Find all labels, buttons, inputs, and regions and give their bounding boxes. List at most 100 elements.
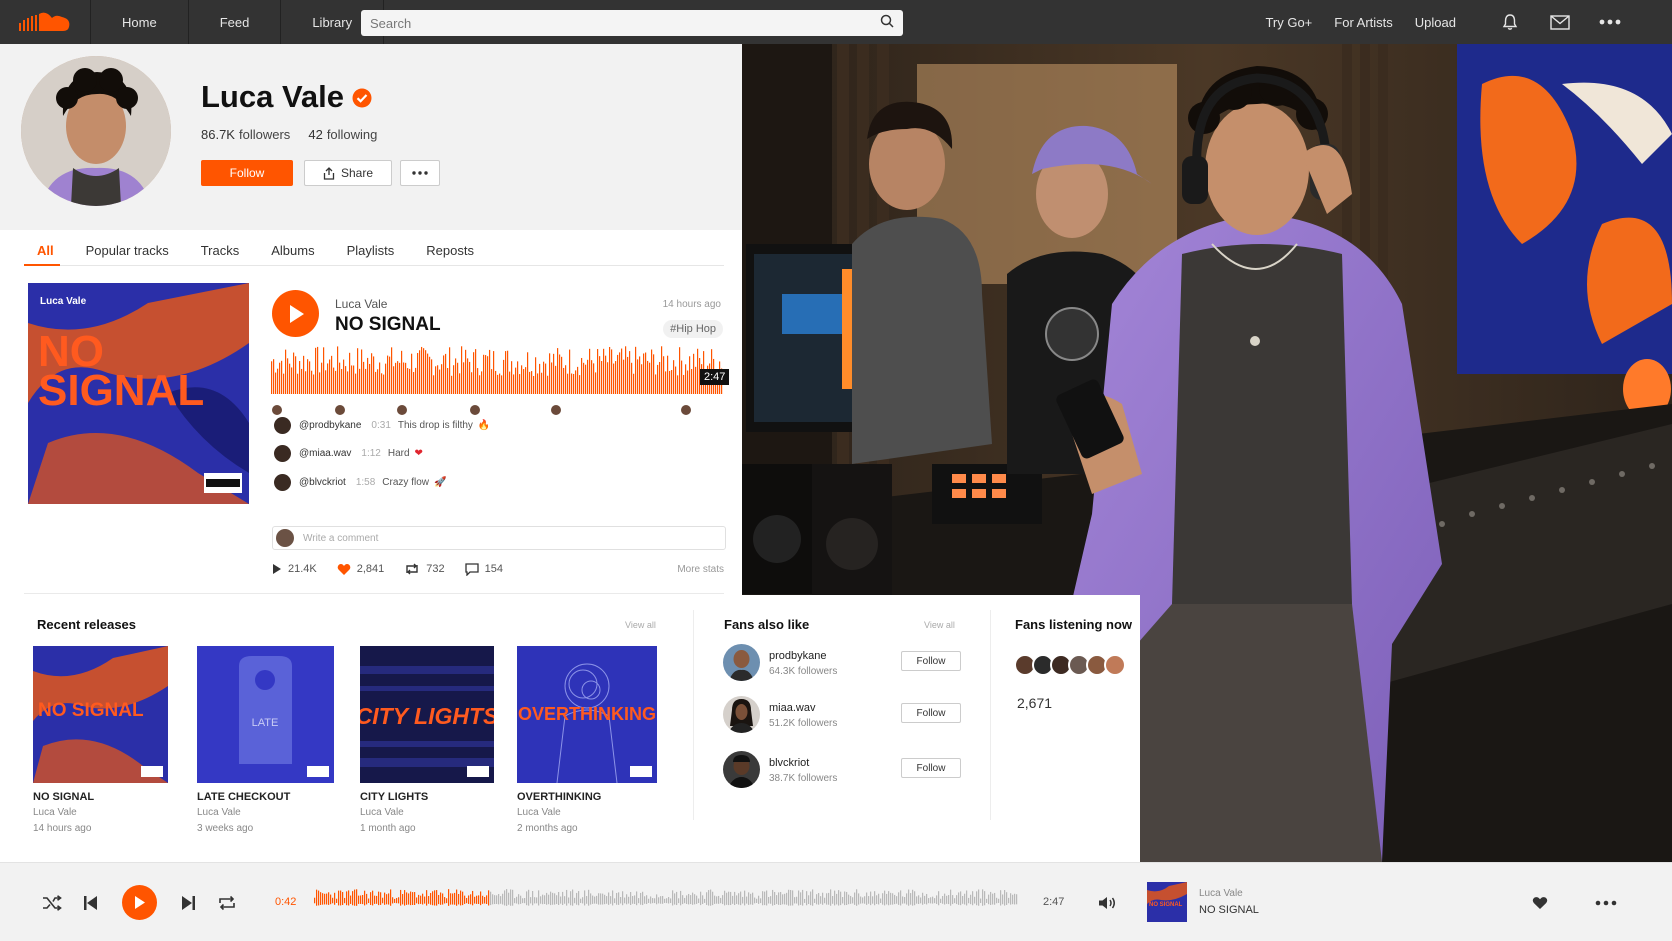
release-artist[interactable]: Luca Vale <box>197 807 337 818</box>
suggested-artist-avatar[interactable] <box>723 696 760 733</box>
follow-suggested-button[interactable]: Follow <box>901 651 961 671</box>
suggested-artist-name[interactable]: blvckriot <box>769 757 809 769</box>
release-card[interactable]: OVERTHINKING OVERTHINKING Luca Vale 2 mo… <box>517 646 657 834</box>
repeat-button[interactable] <box>216 863 238 941</box>
player-progress-waveform[interactable] <box>314 885 1018 919</box>
comment-user[interactable]: @prodbykane <box>299 420 361 431</box>
following-count[interactable]: 42 <box>308 127 322 142</box>
follow-suggested-button[interactable]: Follow <box>901 758 961 778</box>
release-title[interactable]: CITY LIGHTS <box>360 791 500 803</box>
release-title[interactable]: LATE CHECKOUT <box>197 791 337 803</box>
suggested-artist-avatar[interactable] <box>723 751 760 788</box>
comment-time[interactable]: 1:12 <box>361 448 380 459</box>
suggested-artist-name[interactable]: miaa.wav <box>769 702 815 714</box>
featured-track-artist[interactable]: Luca Vale <box>335 297 387 311</box>
release-title[interactable]: NO SIGNAL <box>33 791 173 803</box>
featured-play-button[interactable] <box>272 290 319 337</box>
player-play-button[interactable] <box>122 885 157 920</box>
bell-icon[interactable] <box>1485 0 1535 44</box>
share-button[interactable]: Share <box>304 160 392 186</box>
comment-avatar[interactable] <box>274 473 291 491</box>
genre-tag[interactable]: #Hip Hop <box>663 320 723 338</box>
tab-popular-tracks[interactable]: Popular tracks <box>72 230 183 266</box>
player-more-button[interactable] <box>1594 863 1618 941</box>
player-like-button[interactable] <box>1529 863 1551 941</box>
like-button[interactable]: 2,841 <box>337 563 384 576</box>
profile-more-button[interactable] <box>400 160 440 186</box>
progress-bar-segment <box>776 895 778 905</box>
nav-upload[interactable]: Upload <box>1404 15 1467 30</box>
previous-button[interactable] <box>80 863 100 941</box>
now-playing-title[interactable]: NO SIGNAL <box>1199 904 1259 916</box>
release-cover[interactable]: NO SIGNAL <box>33 646 168 783</box>
comment-marker[interactable] <box>550 404 562 416</box>
progress-bar-segment <box>804 898 806 903</box>
follow-button[interactable]: Follow <box>201 160 293 186</box>
tab-playlists[interactable]: Playlists <box>333 230 409 266</box>
release-artist[interactable]: Luca Vale <box>33 807 173 818</box>
repost-button[interactable]: 732 <box>404 563 445 575</box>
mail-icon[interactable] <box>1535 0 1585 44</box>
comment-time[interactable]: 1:58 <box>356 477 375 488</box>
search-input[interactable] <box>370 15 880 31</box>
soundcloud-logo-icon[interactable] <box>0 0 90 44</box>
tab-all[interactable]: All <box>24 230 60 266</box>
progress-bar-segment <box>784 893 786 905</box>
release-artist[interactable]: Luca Vale <box>517 807 657 818</box>
release-cover[interactable]: OVERTHINKING <box>517 646 657 783</box>
progress-bar-segment <box>820 896 822 904</box>
release-card[interactable]: NO SIGNAL NO SIGNAL Luca Vale 14 hours a… <box>33 646 173 834</box>
nav-home[interactable]: Home <box>90 0 188 44</box>
comment-input[interactable] <box>303 532 725 544</box>
follow-suggested-button[interactable]: Follow <box>901 703 961 723</box>
progress-bar-segment <box>876 895 878 905</box>
nav-feed[interactable]: Feed <box>187 0 281 44</box>
tab-reposts[interactable]: Reposts <box>412 230 488 266</box>
suggested-artist-avatar[interactable] <box>723 644 760 681</box>
comment-marker[interactable] <box>680 404 692 416</box>
progress-bar-segment <box>750 893 752 905</box>
release-artist[interactable]: Luca Vale <box>360 807 500 818</box>
now-playing-artist[interactable]: Luca Vale <box>1199 888 1243 899</box>
recent-view-all-link[interactable]: View all <box>625 620 656 630</box>
waveform-bar <box>541 372 543 394</box>
next-button[interactable] <box>178 863 198 941</box>
fans-view-all-link[interactable]: View all <box>924 620 955 630</box>
nav-for-artists[interactable]: For Artists <box>1323 15 1404 30</box>
more-options-icon[interactable] <box>1585 0 1635 44</box>
shuffle-button[interactable] <box>40 863 64 941</box>
now-playing-cover[interactable]: NO SIGNAL <box>1147 882 1187 922</box>
followers-count[interactable]: 86.7K <box>201 127 235 142</box>
release-card[interactable]: CITY LIGHTS CITY LIGHTS Luca Vale 1 mont… <box>360 646 500 834</box>
search-icon[interactable] <box>880 14 894 33</box>
waveform-bar <box>621 348 623 394</box>
tab-tracks[interactable]: Tracks <box>187 230 254 266</box>
release-title[interactable]: OVERTHINKING <box>517 791 657 803</box>
artist-avatar[interactable] <box>21 56 171 206</box>
nav-try-go-plus[interactable]: Try Go+ <box>1254 15 1323 30</box>
waveform-bar <box>419 350 421 394</box>
release-cover[interactable]: CITY LIGHTS <box>360 646 494 783</box>
comment-avatar[interactable] <box>274 444 291 462</box>
featured-track-title[interactable]: NO SIGNAL <box>335 314 441 336</box>
release-cover[interactable]: LATE <box>197 646 334 783</box>
volume-button[interactable] <box>1096 863 1118 941</box>
release-card[interactable]: LATE LATE CHECKOUT Luca Vale 3 weeks ago <box>197 646 337 834</box>
waveform-bar <box>551 362 553 394</box>
progress-bar-segment <box>558 892 560 905</box>
featured-waveform[interactable] <box>271 346 723 402</box>
comment-avatar[interactable] <box>274 416 291 434</box>
comment-user[interactable]: @miaa.wav <box>299 448 351 459</box>
progress-bar-segment <box>904 896 906 904</box>
comment-time[interactable]: 0:31 <box>371 420 390 431</box>
featured-track-cover[interactable]: Luca Vale NO SIGNAL <box>28 283 249 504</box>
tab-albums[interactable]: Albums <box>257 230 328 266</box>
waveform-bar <box>553 353 555 394</box>
comment-user[interactable]: @blvckriot <box>299 477 346 488</box>
comments-button[interactable]: 154 <box>464 562 503 576</box>
progress-bar-segment <box>552 892 554 905</box>
more-stats-link[interactable]: More stats <box>677 564 724 575</box>
suggested-artist-name[interactable]: prodbykane <box>769 650 827 662</box>
waveform-bar <box>445 353 447 394</box>
listener-avatar[interactable] <box>1104 654 1126 676</box>
